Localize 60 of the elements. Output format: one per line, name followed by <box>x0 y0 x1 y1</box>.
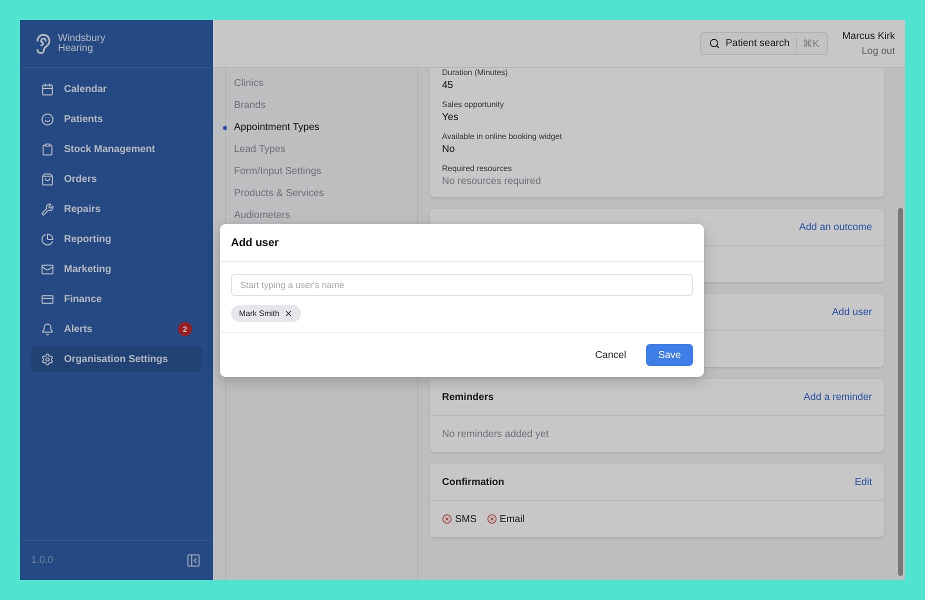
wrench-icon <box>41 202 54 216</box>
bell-icon <box>41 322 54 336</box>
card-link[interactable]: Edit <box>854 476 872 488</box>
sidebar-item[interactable]: Marketing <box>31 256 202 282</box>
cross-icon <box>486 514 497 524</box>
field-label: Required resources <box>442 164 513 173</box>
bag-icon <box>41 172 54 186</box>
sidebar-item[interactable]: Repairs <box>31 196 202 222</box>
field-value: Yes <box>442 112 460 123</box>
settings-icon <box>41 352 54 366</box>
collapse-icon[interactable] <box>186 553 201 568</box>
save-button[interactable]: Save <box>646 344 693 366</box>
brand-name: Windsbury Hearing <box>58 34 106 54</box>
user-name: Marcus Kirk <box>842 30 895 42</box>
channel-status: Email <box>486 514 525 524</box>
settings-nav-item[interactable]: Clinics <box>223 78 409 90</box>
user-search-field[interactable]: Start typing a user's name <box>231 274 693 296</box>
field-value: No <box>442 144 456 155</box>
card-link[interactable]: Add an outcome <box>799 222 872 232</box>
pie-chart-icon <box>41 232 54 246</box>
field-value: 45 <box>442 80 454 91</box>
calendar-icon <box>41 82 54 96</box>
count-badge: 2 <box>178 322 192 336</box>
settings-nav-item[interactable]: Lead Types <box>223 144 409 156</box>
sidebar-item[interactable]: Patients <box>31 106 202 132</box>
card-link[interactable]: Add a reminder <box>804 392 872 402</box>
cross-icon <box>442 514 452 524</box>
card-link[interactable]: Add user <box>832 306 872 318</box>
settings-nav-item[interactable]: Audiometers <box>223 210 409 222</box>
field-value: No resources required <box>442 176 542 187</box>
search-icon <box>708 38 720 49</box>
field-label: Sales opportunity <box>442 100 505 109</box>
user-chip[interactable]: Mark Smith <box>231 305 302 322</box>
sidebar-item[interactable]: Orders <box>31 166 202 192</box>
sidebar-item[interactable]: Alerts 2 <box>31 316 202 342</box>
remove-icon[interactable] <box>284 309 294 318</box>
card-title: Reminders <box>442 392 494 402</box>
cancel-button[interactable]: Cancel <box>589 348 632 362</box>
card-title: Confirmation <box>442 476 504 488</box>
logout-link[interactable]: Log out <box>862 46 895 56</box>
settings-nav-item[interactable]: Products & Services <box>223 188 409 200</box>
empty-message: No reminders added yet <box>442 428 549 440</box>
sidebar-item[interactable]: Reporting <box>31 226 202 252</box>
dialog-title: Add user <box>231 236 279 248</box>
settings-nav-item[interactable]: Form/Input Settings <box>223 166 409 178</box>
settings-nav-item[interactable]: Brands <box>223 100 409 112</box>
patient-search-button[interactable]: Patient search ⌘K <box>700 32 828 55</box>
sidebar-item[interactable]: Organisation Settings <box>31 346 202 372</box>
sidebar-item[interactable]: Finance <box>31 286 202 312</box>
version-label: 1.0.0 <box>31 555 54 566</box>
clipboard-icon <box>41 142 54 156</box>
mail-icon <box>41 262 54 276</box>
settings-nav-item[interactable]: Appointment Types <box>223 122 409 134</box>
channel-status: SMS <box>442 514 477 524</box>
field-label: Duration (Minutes) <box>442 68 509 77</box>
sidebar-item[interactable]: Calendar <box>31 76 202 102</box>
sidebar-item[interactable]: Stock Management <box>31 136 202 162</box>
card-icon <box>41 292 54 306</box>
field-label: Available in online booking widget <box>442 132 563 141</box>
smiley-icon <box>41 112 54 126</box>
